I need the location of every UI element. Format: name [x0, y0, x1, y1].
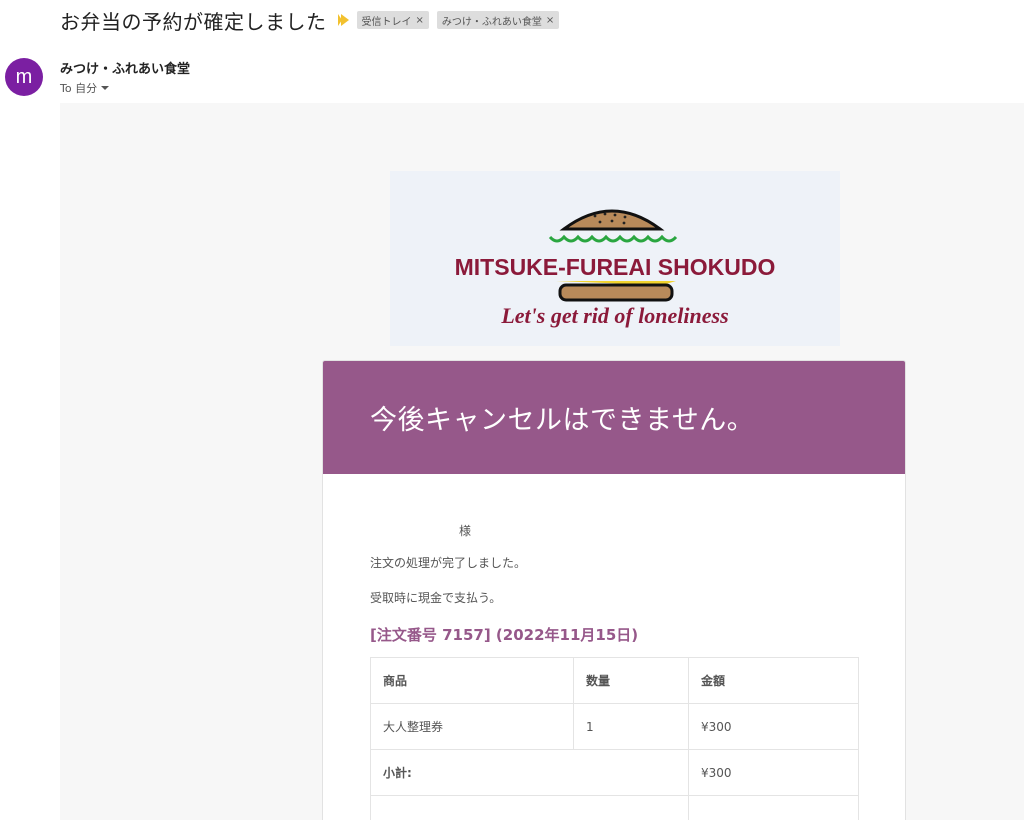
order-table: 商品 数量 金額 大人整理券 1 ¥300 小計: ¥300: [370, 657, 859, 820]
importance-marker-icon[interactable]: [337, 14, 349, 26]
table-row: [370, 795, 859, 820]
recipient-label: To 自分: [60, 82, 98, 95]
table-row: 大人整理券 1 ¥300: [370, 703, 859, 750]
card-header: 今後キャンセルはできません。: [323, 361, 905, 474]
col-header-quantity: 数量: [573, 657, 689, 704]
email-body: MITSUKE-FUREAI SHOKUDO Let's get rid of …: [60, 103, 1024, 820]
sender-info: みつけ・ふれあい食堂 To 自分: [60, 58, 190, 96]
empty-cell: [688, 795, 859, 820]
bun-bottom-shape: [558, 283, 674, 302]
subject-row: お弁当の予約が確定しました 受信トレイ × みつけ・ふれあい食堂 ×: [60, 4, 560, 36]
subtotal-value: ¥300: [688, 749, 859, 796]
burger-logo: MITSUKE-FUREAI SHOKUDO Let's get rid of …: [455, 209, 776, 328]
payment-message: 受取時に現金で支払う。: [370, 591, 502, 605]
label-chip-text: みつけ・ふれあい食堂: [441, 16, 542, 28]
remove-label-icon[interactable]: ×: [416, 15, 424, 26]
avatar[interactable]: m: [5, 58, 43, 96]
quantity-cell: 1: [573, 703, 689, 750]
remove-label-icon[interactable]: ×: [546, 15, 554, 26]
customer-greeting: 様: [459, 524, 472, 538]
subtotal-label: 小計:: [370, 749, 689, 796]
chevron-down-icon: [101, 86, 110, 90]
price-cell: ¥300: [688, 703, 859, 750]
email-subject: お弁当の予約が確定しました: [60, 9, 327, 34]
brand-banner: MITSUKE-FUREAI SHOKUDO Let's get rid of …: [390, 171, 840, 346]
lettuce-shape: [548, 234, 678, 243]
sender-row: m みつけ・ふれあい食堂 To 自分: [5, 58, 190, 96]
brand-name: MITSUKE-FUREAI SHOKUDO: [455, 254, 776, 280]
subtotal-row: 小計: ¥300: [370, 749, 859, 796]
sender-name[interactable]: みつけ・ふれあい食堂: [60, 58, 190, 77]
brand-tagline: Let's get rid of loneliness: [500, 303, 728, 328]
card-title: 今後キャンセルはできません。: [370, 405, 755, 436]
recipient-details-toggle[interactable]: To 自分: [60, 80, 190, 96]
table-header-row: 商品 数量 金額: [370, 657, 859, 704]
card-content: 様 注文の処理が完了しました。 受取時に現金で支払う。 [注文番号 7157] …: [323, 522, 905, 820]
empty-cell: [370, 795, 689, 820]
label-chip-inbox[interactable]: 受信トレイ ×: [356, 11, 429, 29]
product-cell: 大人整理券: [370, 703, 574, 750]
col-header-product: 商品: [370, 657, 574, 704]
col-header-price: 金額: [688, 657, 859, 704]
order-card: 今後キャンセルはできません。 様 注文の処理が完了しました。 受取時に現金で支払…: [322, 360, 906, 820]
label-chip-sender[interactable]: みつけ・ふれあい食堂 ×: [436, 11, 560, 29]
label-chip-text: 受信トレイ: [361, 16, 412, 28]
processed-message: 注文の処理が完了しました。: [370, 556, 527, 570]
order-heading[interactable]: [注文番号 7157] (2022年11月15日): [370, 624, 858, 645]
